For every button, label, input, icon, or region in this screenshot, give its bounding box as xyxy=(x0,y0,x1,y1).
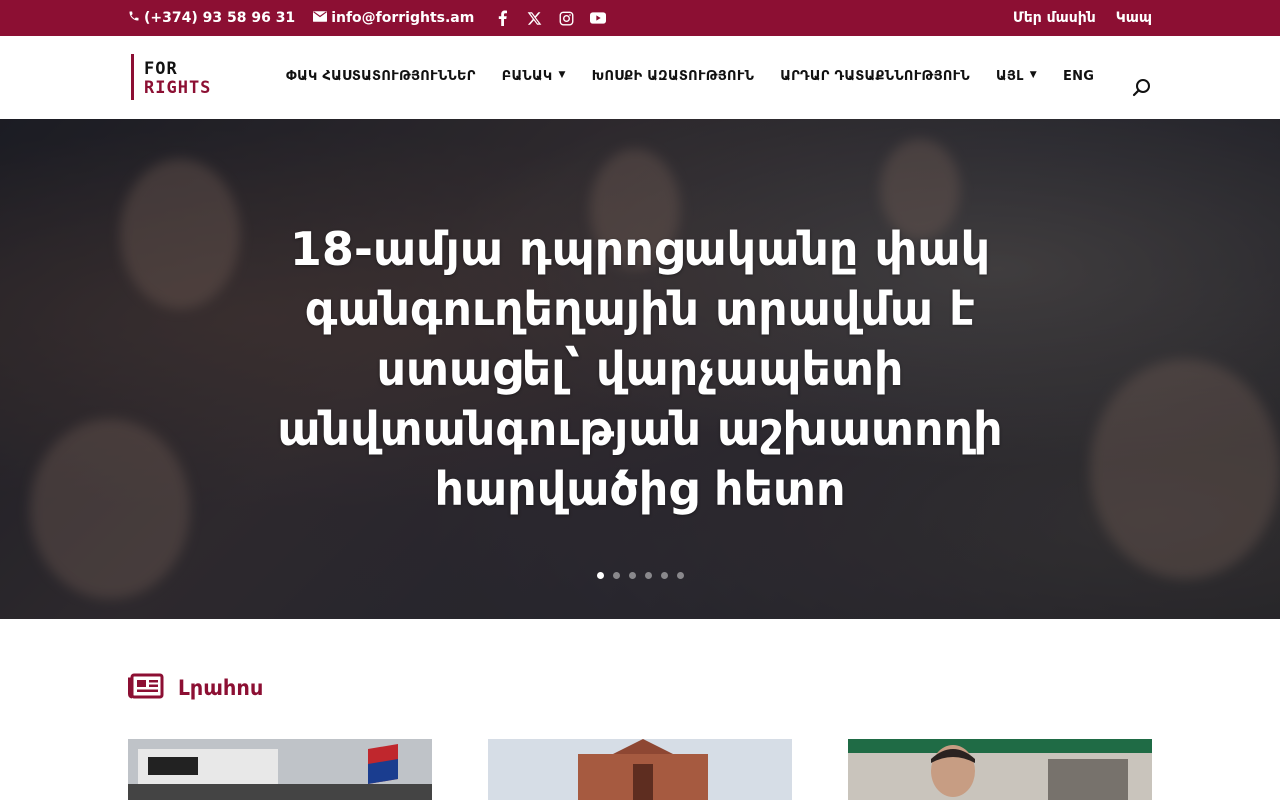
facebook-icon[interactable] xyxy=(494,10,510,26)
news-card-image[interactable] xyxy=(848,739,1152,800)
nav-label: ԲԱՆԱԿ xyxy=(501,68,553,84)
nav-label: ENG xyxy=(1062,68,1095,84)
logo-line-2: RIGHTS xyxy=(144,78,211,98)
slider-dot-5[interactable] xyxy=(660,572,668,579)
phone-number: (+374) 93 58 96 31 xyxy=(144,10,296,26)
x-icon[interactable] xyxy=(526,10,542,26)
slider-dot-3[interactable] xyxy=(628,572,636,579)
nav-label: ԱՐԴԱՐ ԴԱՏԱՔՆՆՈՒԹՅՈՒՆ xyxy=(780,68,971,84)
news-section-title: Լրահոս xyxy=(178,676,264,700)
nav-english[interactable]: ENG xyxy=(1063,69,1094,84)
nav-label: ԱՅԼ xyxy=(996,68,1024,84)
hero-slider[interactable]: 18-ամյա դպրոցականը փակ գանգուղեղային տրա… xyxy=(0,119,1280,619)
nav-freedom-of-speech[interactable]: ԽՈՍՔԻ ԱԶԱՏՈՒԹՅՈՒՆ xyxy=(592,69,755,84)
instagram-icon[interactable] xyxy=(558,10,574,26)
nav-other[interactable]: ԱՅԼ ▼ xyxy=(996,69,1037,84)
contact-link[interactable]: Կապ xyxy=(1116,10,1152,26)
nav-closed-institutions[interactable]: ՓԱԿ ՀԱՍՏԱՏՈՒԹՅՈՒՆՆԵՐ xyxy=(286,69,476,84)
email-link[interactable]: info@forrights.am xyxy=(313,10,474,26)
youtube-icon[interactable] xyxy=(590,10,607,26)
slider-pagination xyxy=(0,572,1280,579)
top-bar-contacts: (+374) 93 58 96 31 info@forrights.am xyxy=(128,0,607,36)
social-links xyxy=(494,10,607,26)
logo-line-1: FOR xyxy=(144,59,178,79)
slider-dot-4[interactable] xyxy=(644,572,652,579)
top-bar: (+374) 93 58 96 31 info@forrights.am Մեր… xyxy=(0,0,1280,36)
nav-fair-trial[interactable]: ԱՐԴԱՐ ԴԱՏԱՔՆՆՈՒԹՅՈՒՆ xyxy=(780,69,970,84)
hero-title[interactable]: 18-ամյա դպրոցականը փակ գանգուղեղային տրա… xyxy=(240,219,1040,519)
chevron-down-icon: ▼ xyxy=(1029,70,1037,80)
search-icon[interactable] xyxy=(1132,78,1152,98)
news-card-image[interactable] xyxy=(488,739,792,800)
news-section-header: Լրահոս xyxy=(128,670,263,706)
newspaper-icon xyxy=(128,673,164,703)
envelope-icon xyxy=(313,10,328,26)
email-address: info@forrights.am xyxy=(331,10,475,26)
slider-dot-1[interactable] xyxy=(596,572,604,579)
phone-link[interactable]: (+374) 93 58 96 31 xyxy=(128,10,295,26)
news-card-image[interactable] xyxy=(128,739,432,800)
slider-dot-2[interactable] xyxy=(612,572,620,579)
top-bar-links: Մեր մասին Կապ xyxy=(1013,0,1152,36)
nav-label: ԽՈՍՔԻ ԱԶԱՏՈՒԹՅՈՒՆ xyxy=(591,68,755,84)
about-link[interactable]: Մեր մասին xyxy=(1013,10,1096,26)
phone-icon xyxy=(128,10,140,26)
nav-label: ՓԱԿ ՀԱՍՏԱՏՈՒԹՅՈՒՆՆԵՐ xyxy=(286,68,476,84)
slider-dot-6[interactable] xyxy=(676,572,684,579)
site-header: FOR RIGHTS ՓԱԿ ՀԱՍՏԱՏՈՒԹՅՈՒՆՆԵՐ ԲԱՆԱԿ ▼ Խ… xyxy=(0,36,1280,119)
main-nav: ՓԱԿ ՀԱՍՏԱՏՈՒԹՅՈՒՆՆԵՐ ԲԱՆԱԿ ▼ ԽՈՍՔԻ ԱԶԱՏՈՒ… xyxy=(286,36,1120,116)
site-logo[interactable]: FOR RIGHTS xyxy=(131,54,259,100)
chevron-down-icon: ▼ xyxy=(558,70,566,80)
news-cards xyxy=(128,739,1152,800)
nav-army[interactable]: ԲԱՆԱԿ ▼ xyxy=(502,69,566,84)
